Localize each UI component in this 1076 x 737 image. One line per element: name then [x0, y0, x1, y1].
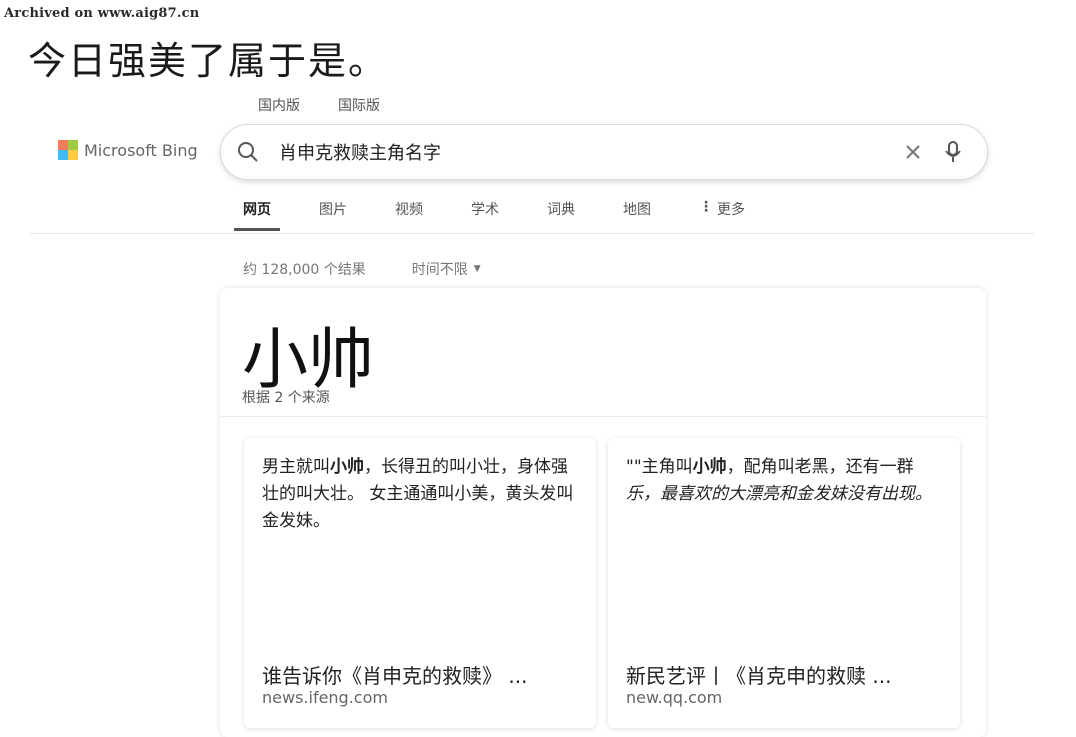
source-title[interactable]: 新民艺评丨《肖克申的救赎 ... [626, 660, 948, 689]
answer-source-count: 根据 2 个来源 [242, 390, 330, 406]
tab-more[interactable]: ⋮ 更多 [699, 199, 745, 231]
time-filter-label: 时间不限 [411, 262, 468, 278]
tab-more-label: 更多 [717, 202, 745, 218]
snippet-highlight: 小帅 [692, 457, 727, 477]
region-tabs: 国内版 国际版 [258, 95, 380, 115]
tab-videos[interactable]: 视频 [395, 199, 423, 231]
microsoft-logo-icon [58, 140, 78, 160]
clear-icon[interactable] [893, 144, 933, 160]
source-domain: new.qq.com [626, 688, 723, 707]
snippet-highlight: 小帅 [330, 457, 364, 477]
source-domain: news.ifeng.com [262, 688, 388, 707]
tab-domestic[interactable]: 国内版 [258, 95, 300, 115]
search-nav-tabs: 网页 图片 视频 学术 词典 地图 ⋮ 更多 [234, 199, 793, 231]
tab-dictionary[interactable]: 词典 [547, 199, 575, 231]
snippet-italic: 乐，最喜欢的大漂亮和金发妹没有出现。 [626, 484, 932, 504]
dropdown-caret-icon: ▼ [473, 264, 481, 274]
source-snippet: 男主就叫小帅，长得丑的叫小壮，身体强壮的叫大壮。 女主通通叫小美，黄头发叫金发妹… [262, 457, 574, 531]
search-input[interactable] [265, 141, 893, 163]
search-box [220, 124, 988, 180]
card-divider [220, 416, 986, 417]
nav-divider [30, 233, 1034, 234]
tab-images[interactable]: 图片 [319, 199, 347, 231]
meme-caption: 今日强美了属于是。 [28, 39, 389, 83]
tab-academic[interactable]: 学术 [471, 199, 499, 231]
tab-web[interactable]: 网页 [234, 199, 280, 231]
tab-maps[interactable]: 地图 [623, 199, 651, 231]
time-filter[interactable]: 时间不限 ▼ [412, 259, 481, 279]
logo-text: Microsoft Bing [84, 140, 198, 160]
more-dots-icon: ⋮ [699, 199, 713, 215]
source-card-qq[interactable]: ""主角叫小帅，配角叫老黑，还有一群乐，最喜欢的大漂亮和金发妹没有出现。 新民艺… [608, 438, 960, 728]
microphone-icon[interactable] [933, 141, 973, 163]
source-card-ifeng[interactable]: 男主就叫小帅，长得丑的叫小壮，身体强壮的叫大壮。 女主通通叫小美，黄头发叫金发妹… [244, 438, 596, 728]
watermark-text: Archived on www.aig87.cn [4, 6, 200, 21]
bing-logo[interactable]: Microsoft Bing [58, 140, 198, 160]
results-count: 约 128,000 个结果 [243, 262, 366, 278]
source-snippet: ""主角叫小帅，配角叫老黑，还有一群乐，最喜欢的大漂亮和金发妹没有出现。 [626, 457, 932, 504]
results-meta: 约 128,000 个结果 时间不限 ▼ [243, 259, 481, 279]
answer-card: 小帅 根据 2 个来源 男主就叫小帅，长得丑的叫小壮，身体强壮的叫大壮。 女主通… [220, 288, 986, 737]
tab-international[interactable]: 国际版 [338, 95, 380, 115]
source-title[interactable]: 谁告诉你《肖申克的救赎》 ... [262, 660, 584, 689]
search-icon[interactable] [237, 141, 265, 163]
